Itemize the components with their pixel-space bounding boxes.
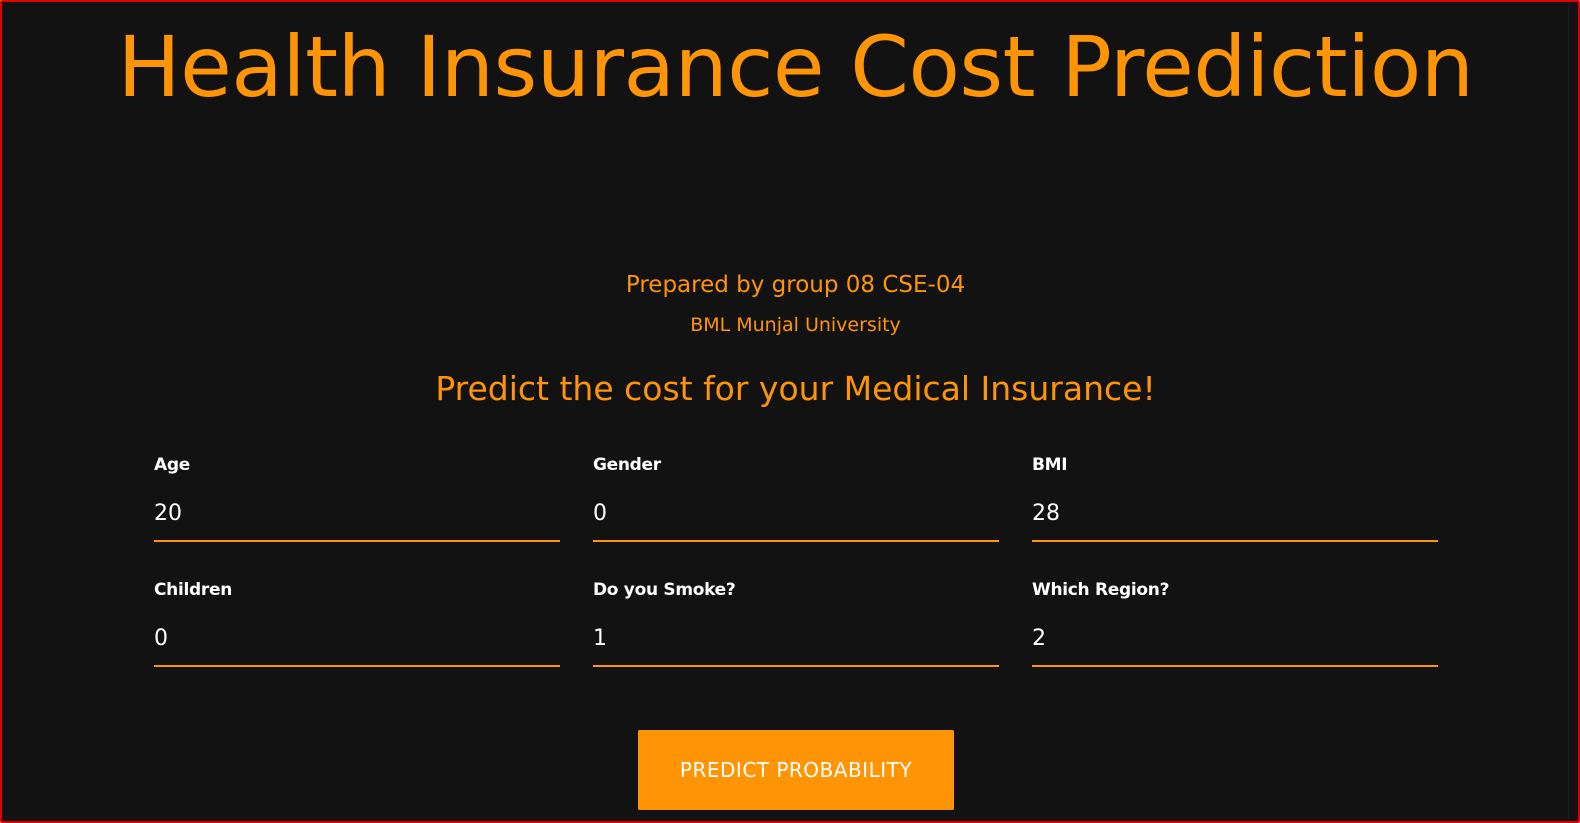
smoker-input[interactable]	[593, 621, 999, 667]
university-text: BML Munjal University	[690, 314, 901, 336]
scrollbar-track[interactable]	[1568, 2, 1578, 821]
age-input[interactable]	[154, 496, 560, 542]
page-body: Health Insurance Cost Prediction Prepare…	[2, 2, 1569, 821]
region-input[interactable]	[1032, 621, 1438, 667]
age-label: Age	[154, 455, 190, 475]
page-title: Health Insurance Cost Prediction	[117, 18, 1474, 116]
children-input[interactable]	[154, 621, 560, 667]
prepared-by-text: Prepared by group 08 CSE-04	[625, 272, 966, 298]
region-field: Which Region?	[1032, 579, 1438, 667]
children-label: Children	[154, 580, 233, 600]
age-field: Age	[154, 454, 560, 542]
children-field: Children	[154, 579, 560, 667]
bmi-input[interactable]	[1032, 496, 1438, 542]
gender-input[interactable]	[593, 496, 999, 542]
bmi-label: BMI	[1032, 455, 1068, 475]
gender-label: Gender	[593, 455, 661, 475]
smoker-field: Do you Smoke?	[593, 579, 999, 667]
region-label: Which Region?	[1032, 580, 1170, 600]
smoker-label: Do you Smoke?	[593, 580, 736, 600]
form-heading: Predict the cost for your Medical Insura…	[435, 369, 1156, 408]
bmi-field: BMI	[1032, 454, 1438, 542]
predict-button[interactable]: PREDICT PROBABILITY	[638, 730, 954, 810]
gender-field: Gender	[593, 454, 999, 542]
browser-viewport: Health Insurance Cost Prediction Prepare…	[0, 0, 1580, 823]
